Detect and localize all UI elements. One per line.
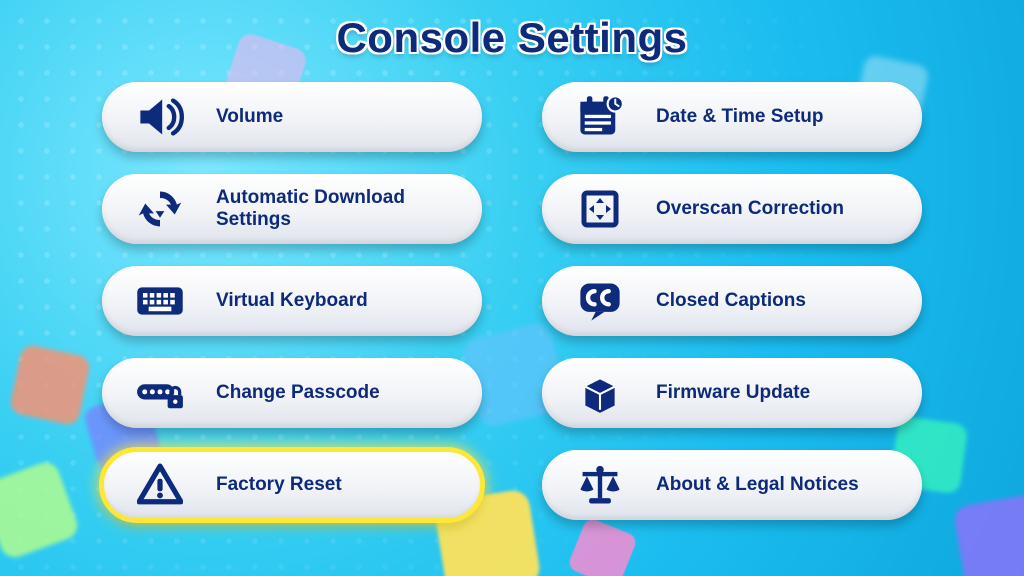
passcode-lock-icon <box>128 369 192 417</box>
settings-item-label: About & Legal Notices <box>656 474 859 496</box>
settings-item-firmware-update[interactable]: Firmware Update <box>542 358 922 428</box>
settings-item-overscan[interactable]: Overscan Correction <box>542 174 922 244</box>
sync-download-icon <box>128 185 192 233</box>
settings-item-volume[interactable]: Volume <box>102 82 482 152</box>
calendar-clock-icon <box>568 93 632 141</box>
settings-item-label: Date & Time Setup <box>656 106 824 128</box>
settings-item-label: Automatic Download Settings <box>216 187 436 231</box>
settings-item-label: Overscan Correction <box>656 198 844 220</box>
overscan-icon <box>568 185 632 233</box>
settings-item-closed-captions[interactable]: Closed Captions <box>542 266 922 336</box>
keyboard-icon <box>128 277 192 325</box>
settings-item-label: Firmware Update <box>656 382 810 404</box>
settings-item-about-legal[interactable]: About & Legal Notices <box>542 450 922 520</box>
settings-item-label: Factory Reset <box>216 474 342 496</box>
legal-scales-icon <box>568 461 632 509</box>
volume-icon <box>128 93 192 141</box>
closed-captions-icon <box>568 277 632 325</box>
warning-triangle-icon <box>128 461 192 509</box>
settings-item-label: Volume <box>216 106 283 128</box>
settings-item-virtual-keyboard[interactable]: Virtual Keyboard <box>102 266 482 336</box>
settings-item-label: Virtual Keyboard <box>216 290 368 312</box>
settings-item-auto-download[interactable]: Automatic Download Settings <box>102 174 482 244</box>
settings-item-factory-reset[interactable]: Factory Reset <box>102 450 482 520</box>
page-title: Console Settings <box>336 14 687 62</box>
settings-item-date-time[interactable]: Date & Time Setup <box>542 82 922 152</box>
settings-grid: Volume Date & Time Setup Automatic Downl… <box>102 82 922 520</box>
settings-item-label: Change Passcode <box>216 382 380 404</box>
settings-item-change-passcode[interactable]: Change Passcode <box>102 358 482 428</box>
package-download-icon <box>568 369 632 417</box>
settings-item-label: Closed Captions <box>656 290 806 312</box>
